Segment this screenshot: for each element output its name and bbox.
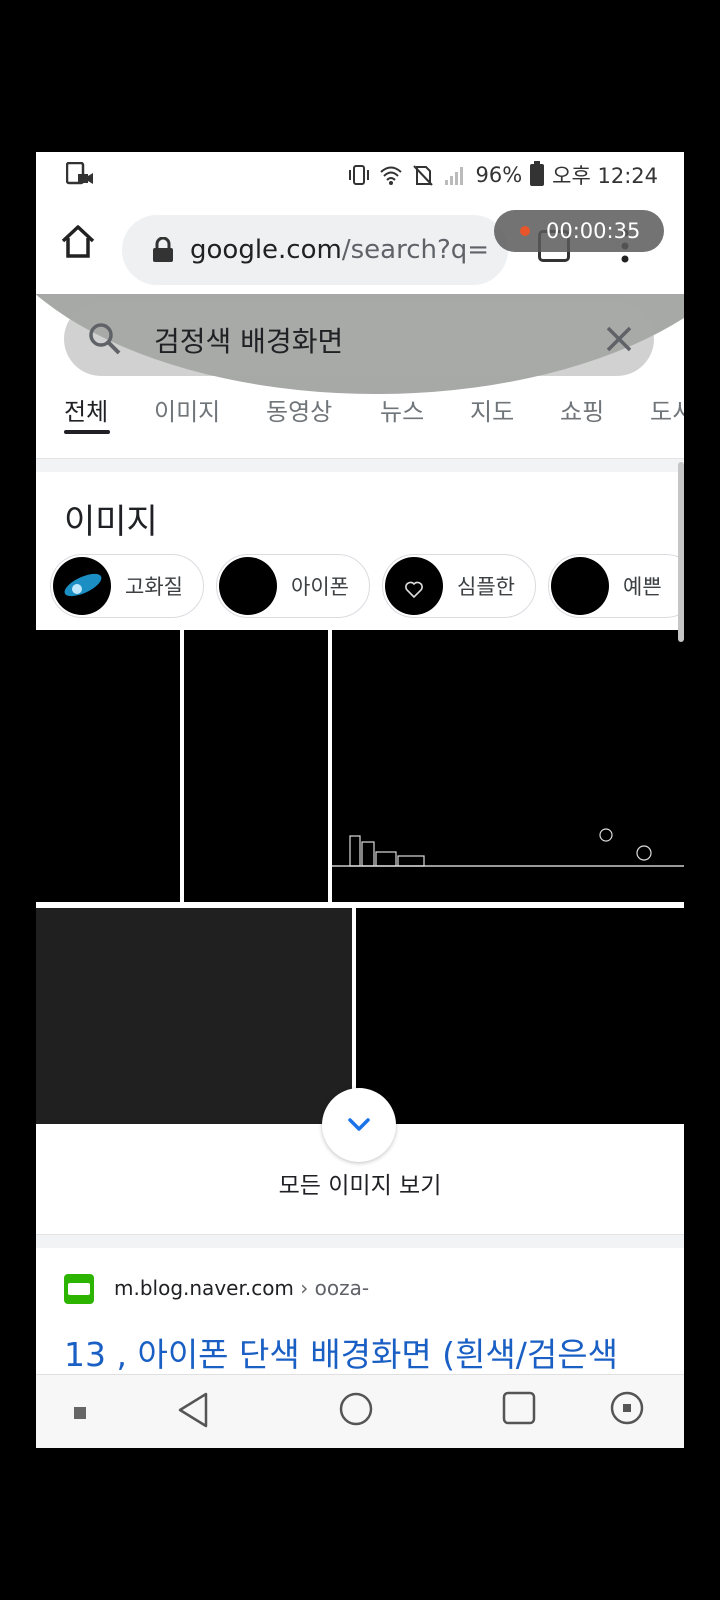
screen-record-icon: [66, 162, 93, 185]
signal-icon: [445, 167, 464, 185]
show-all-images-label: 모든 이미지 보기: [278, 1173, 442, 1199]
back-icon[interactable]: [176, 1391, 210, 1429]
image-result[interactable]: [36, 630, 180, 902]
chip-iphone[interactable]: 아이폰: [216, 554, 370, 618]
result-title-link[interactable]: 13 , 아이폰 단색 배경화면 (흰색/검은색: [64, 1328, 618, 1376]
recording-time: 00:00:35: [546, 219, 641, 243]
chip-simple[interactable]: 심플한: [382, 554, 536, 618]
chip-thumbnail: [551, 557, 609, 615]
tab-news[interactable]: 뉴스: [380, 392, 424, 427]
no-sim-icon: [413, 165, 434, 186]
show-all-images[interactable]: 모든 이미지 보기: [36, 1088, 684, 1214]
tab-all[interactable]: 전체: [64, 392, 108, 427]
result-url[interactable]: m.blog.naver.com › ooza-: [114, 1276, 369, 1300]
search-result[interactable]: m.blog.naver.com › ooza- 13 , 아이폰 단색 배경화…: [36, 1248, 684, 1374]
search-tabs: 전체 이미지 동영상 뉴스 지도 쇼핑 도서: [36, 384, 684, 448]
recents-icon[interactable]: [502, 1391, 536, 1425]
chip-label: 아이폰: [291, 575, 349, 599]
tab-shopping[interactable]: 쇼핑: [560, 392, 604, 427]
lock-icon: [153, 237, 173, 262]
tab-books[interactable]: 도서: [650, 392, 684, 427]
images-heading: 이미지: [64, 502, 158, 542]
chip-label: 고화질: [125, 575, 183, 599]
chip-thumbnail: [53, 557, 111, 615]
blog-favicon-icon: [64, 1274, 94, 1304]
home-nav-icon[interactable]: [338, 1391, 374, 1427]
assistant-icon[interactable]: [610, 1391, 644, 1425]
chip-label: 심플한: [457, 575, 515, 599]
address-bar[interactable]: google.com/search?q=: [122, 215, 508, 285]
close-icon[interactable]: [602, 322, 636, 356]
search-header: 검정색 배경화면 전체 이미지 동영상 뉴스 지도 쇼핑 도서: [36, 294, 684, 460]
url-domain: google.com: [190, 235, 342, 265]
search-icon: [89, 323, 121, 355]
battery-percent: 96%: [475, 163, 523, 187]
result-domain: m.blog.naver.com: [114, 1276, 294, 1300]
system-nav-bar: [36, 1374, 684, 1448]
url-path: /search?q=: [341, 235, 490, 265]
chip-high-quality[interactable]: 고화질: [50, 554, 204, 618]
chip-thumbnail: [385, 557, 443, 615]
image-result[interactable]: [332, 630, 684, 902]
chip-pretty[interactable]: 예쁜: [548, 554, 684, 618]
tab-maps[interactable]: 지도: [470, 392, 514, 427]
image-result[interactable]: [36, 908, 352, 1124]
browser-toolbar: google.com/search?q= 00:00:35: [36, 198, 684, 294]
status-bar: 96% 오후 12:24: [36, 152, 684, 198]
chip-thumbnail: [219, 557, 277, 615]
home-icon[interactable]: [58, 222, 98, 262]
section-divider: [36, 458, 684, 472]
tab-videos[interactable]: 동영상: [266, 392, 332, 427]
clock: 오후 12:24: [552, 164, 658, 188]
result-breadcrumb: › ooza-: [293, 1276, 370, 1300]
image-grid: [36, 630, 684, 1124]
search-query: 검정색 배경화면: [154, 325, 344, 358]
active-tab-indicator: [64, 430, 110, 434]
notification-dot-icon[interactable]: [74, 1407, 86, 1419]
record-dot-icon: [520, 226, 530, 236]
vibrate-icon: [349, 165, 370, 185]
expand-button[interactable]: [322, 1088, 396, 1162]
images-section: 이미지 고화질 아이폰 심플한 예쁜 모든 이미지 보기: [36, 472, 684, 1362]
battery-icon: [530, 161, 545, 186]
phone-screen: 96% 오후 12:24 google.com/search?q= 00:00:…: [36, 152, 684, 1448]
image-result[interactable]: [184, 630, 328, 902]
scrollbar[interactable]: [678, 462, 684, 642]
chip-label: 예쁜: [623, 575, 662, 599]
search-input[interactable]: 검정색 배경화면: [64, 302, 654, 376]
city-skyline-image: [332, 828, 684, 867]
image-filter-chips: 고화질 아이폰 심플한 예쁜: [50, 554, 684, 618]
recording-indicator: 00:00:35: [494, 210, 664, 252]
chevron-down-icon: [348, 1118, 370, 1131]
image-result[interactable]: [356, 908, 684, 1124]
wifi-icon: [380, 166, 403, 185]
url-text: google.com/search?q=: [190, 235, 489, 265]
tab-images[interactable]: 이미지: [154, 392, 220, 427]
section-divider: [36, 1234, 684, 1248]
